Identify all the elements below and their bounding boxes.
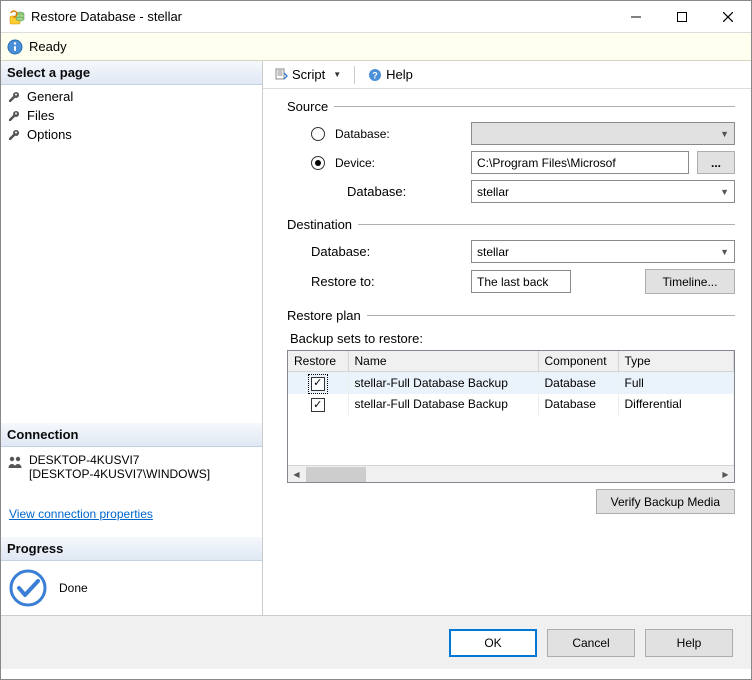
done-check-icon <box>7 567 49 609</box>
col-name[interactable]: Name <box>348 351 538 372</box>
source-device-radio[interactable]: Device: <box>311 156 471 170</box>
status-bar: Ready <box>1 33 751 61</box>
page-label: Files <box>27 108 54 123</box>
wrench-icon <box>7 90 21 104</box>
script-button[interactable]: Script ▼ <box>269 65 346 84</box>
help-label: Help <box>386 67 413 82</box>
connection-detail: [DESKTOP-4KUSVI7\WINDOWS] <box>29 467 210 481</box>
page-label: Options <box>27 127 72 142</box>
chevron-down-icon: ▼ <box>720 247 729 257</box>
grid-header-row: Restore Name Component Type <box>288 351 734 372</box>
restore-plan-subtitle: Backup sets to restore: <box>290 331 735 346</box>
table-row[interactable]: ✓ stellar-Full Database Backup Database … <box>288 372 734 394</box>
dest-db-label: Database: <box>311 244 471 259</box>
restore-checkbox[interactable]: ✓ <box>311 398 325 412</box>
restore-plan-title: Restore plan <box>287 308 361 323</box>
chevron-down-icon: ▼ <box>333 70 341 79</box>
page-list: General Files Options <box>1 85 262 164</box>
scroll-thumb[interactable] <box>306 467 366 482</box>
verify-backup-button[interactable]: Verify Backup Media <box>596 489 735 514</box>
connection-properties-link[interactable]: View connection properties <box>7 507 256 521</box>
restore-plan-group: Restore plan Backup sets to restore: Res… <box>287 308 735 514</box>
left-panel: Select a page General Files Options Conn… <box>1 61 263 615</box>
maximize-button[interactable] <box>659 1 705 32</box>
connection-header: Connection <box>1 423 262 447</box>
help-toolbar-button[interactable]: ? Help <box>363 65 418 84</box>
svg-text:?: ? <box>372 70 378 80</box>
cell-name: stellar-Full Database Backup <box>348 394 538 416</box>
cell-component: Database <box>538 372 618 394</box>
close-button[interactable] <box>705 1 751 32</box>
content-area: Source Database: ▼ Device: <box>263 89 751 615</box>
cell-type: Differential <box>618 394 734 416</box>
toolbar: Script ▼ ? Help <box>263 61 751 89</box>
scroll-left-icon[interactable]: ◀ <box>288 466 305 483</box>
source-device-value: C:\Program Files\Microsof <box>477 156 616 170</box>
progress-text: Done <box>59 581 88 595</box>
right-panel: Script ▼ ? Help Source Database: <box>263 61 751 615</box>
pages-header: Select a page <box>1 61 262 85</box>
source-db2-value: stellar <box>477 185 509 199</box>
cell-component: Database <box>538 394 618 416</box>
connection-server: DESKTOP-4KUSVI7 <box>29 453 210 467</box>
titlebar: Restore Database - stellar <box>1 1 751 33</box>
info-icon <box>7 39 23 55</box>
dest-restoreto-textbox[interactable]: The last back <box>471 270 571 293</box>
connection-body: DESKTOP-4KUSVI7 [DESKTOP-4KUSVI7\WINDOWS… <box>1 447 262 537</box>
cell-name: stellar-Full Database Backup <box>348 372 538 394</box>
source-device-label: Device: <box>335 156 375 170</box>
chevron-down-icon: ▼ <box>720 187 729 197</box>
col-type[interactable]: Type <box>618 351 734 372</box>
progress-header: Progress <box>1 537 262 561</box>
page-files[interactable]: Files <box>1 106 262 125</box>
restore-checkbox[interactable]: ✓ <box>311 377 325 391</box>
source-db2-label: Database: <box>311 184 471 199</box>
page-label: General <box>27 89 73 104</box>
wrench-icon <box>7 109 21 123</box>
dest-restoreto-value: The last back <box>477 275 548 289</box>
app-icon <box>9 9 25 25</box>
source-database-radio[interactable]: Database: <box>311 127 471 141</box>
col-component[interactable]: Component <box>538 351 618 372</box>
backup-sets-grid[interactable]: Restore Name Component Type ✓ stellar-Fu… <box>287 350 735 483</box>
help-icon: ? <box>368 68 382 82</box>
window-buttons <box>613 1 751 32</box>
col-restore[interactable]: Restore <box>288 351 348 372</box>
progress-body: Done <box>1 561 262 615</box>
page-options[interactable]: Options <box>1 125 262 144</box>
dialog-button-bar: OK Cancel Help <box>1 615 751 669</box>
browse-device-button[interactable]: ... <box>697 151 735 174</box>
help-button[interactable]: Help <box>645 629 733 657</box>
cancel-button[interactable]: Cancel <box>547 629 635 657</box>
source-database-label: Database: <box>335 127 390 141</box>
destination-title: Destination <box>287 217 352 232</box>
timeline-button[interactable]: Timeline... <box>645 269 735 294</box>
source-title: Source <box>287 99 328 114</box>
status-text: Ready <box>29 39 67 54</box>
grid-horizontal-scrollbar[interactable]: ◀ ▶ <box>288 465 734 482</box>
source-database-combo[interactable]: ▼ <box>471 122 735 145</box>
table-row[interactable]: ✓ stellar-Full Database Backup Database … <box>288 394 734 416</box>
script-icon <box>274 68 288 82</box>
source-group: Source Database: ▼ Device: <box>287 99 735 203</box>
dest-db-value: stellar <box>477 245 509 259</box>
minimize-button[interactable] <box>613 1 659 32</box>
destination-group: Destination Database: stellar ▼ Restore … <box>287 217 735 294</box>
scroll-right-icon[interactable]: ▶ <box>717 466 734 483</box>
wrench-icon <box>7 128 21 142</box>
ok-button[interactable]: OK <box>449 629 537 657</box>
window-title: Restore Database - stellar <box>31 9 613 24</box>
source-device-textbox[interactable]: C:\Program Files\Microsof <box>471 151 689 174</box>
chevron-down-icon: ▼ <box>720 129 729 139</box>
server-icon <box>7 455 23 471</box>
dest-restoreto-label: Restore to: <box>311 274 471 289</box>
source-db2-combo[interactable]: stellar ▼ <box>471 180 735 203</box>
dest-db-combo[interactable]: stellar ▼ <box>471 240 735 263</box>
page-general[interactable]: General <box>1 87 262 106</box>
toolbar-separator <box>354 66 355 84</box>
cell-type: Full <box>618 372 734 394</box>
script-label: Script <box>292 67 325 82</box>
